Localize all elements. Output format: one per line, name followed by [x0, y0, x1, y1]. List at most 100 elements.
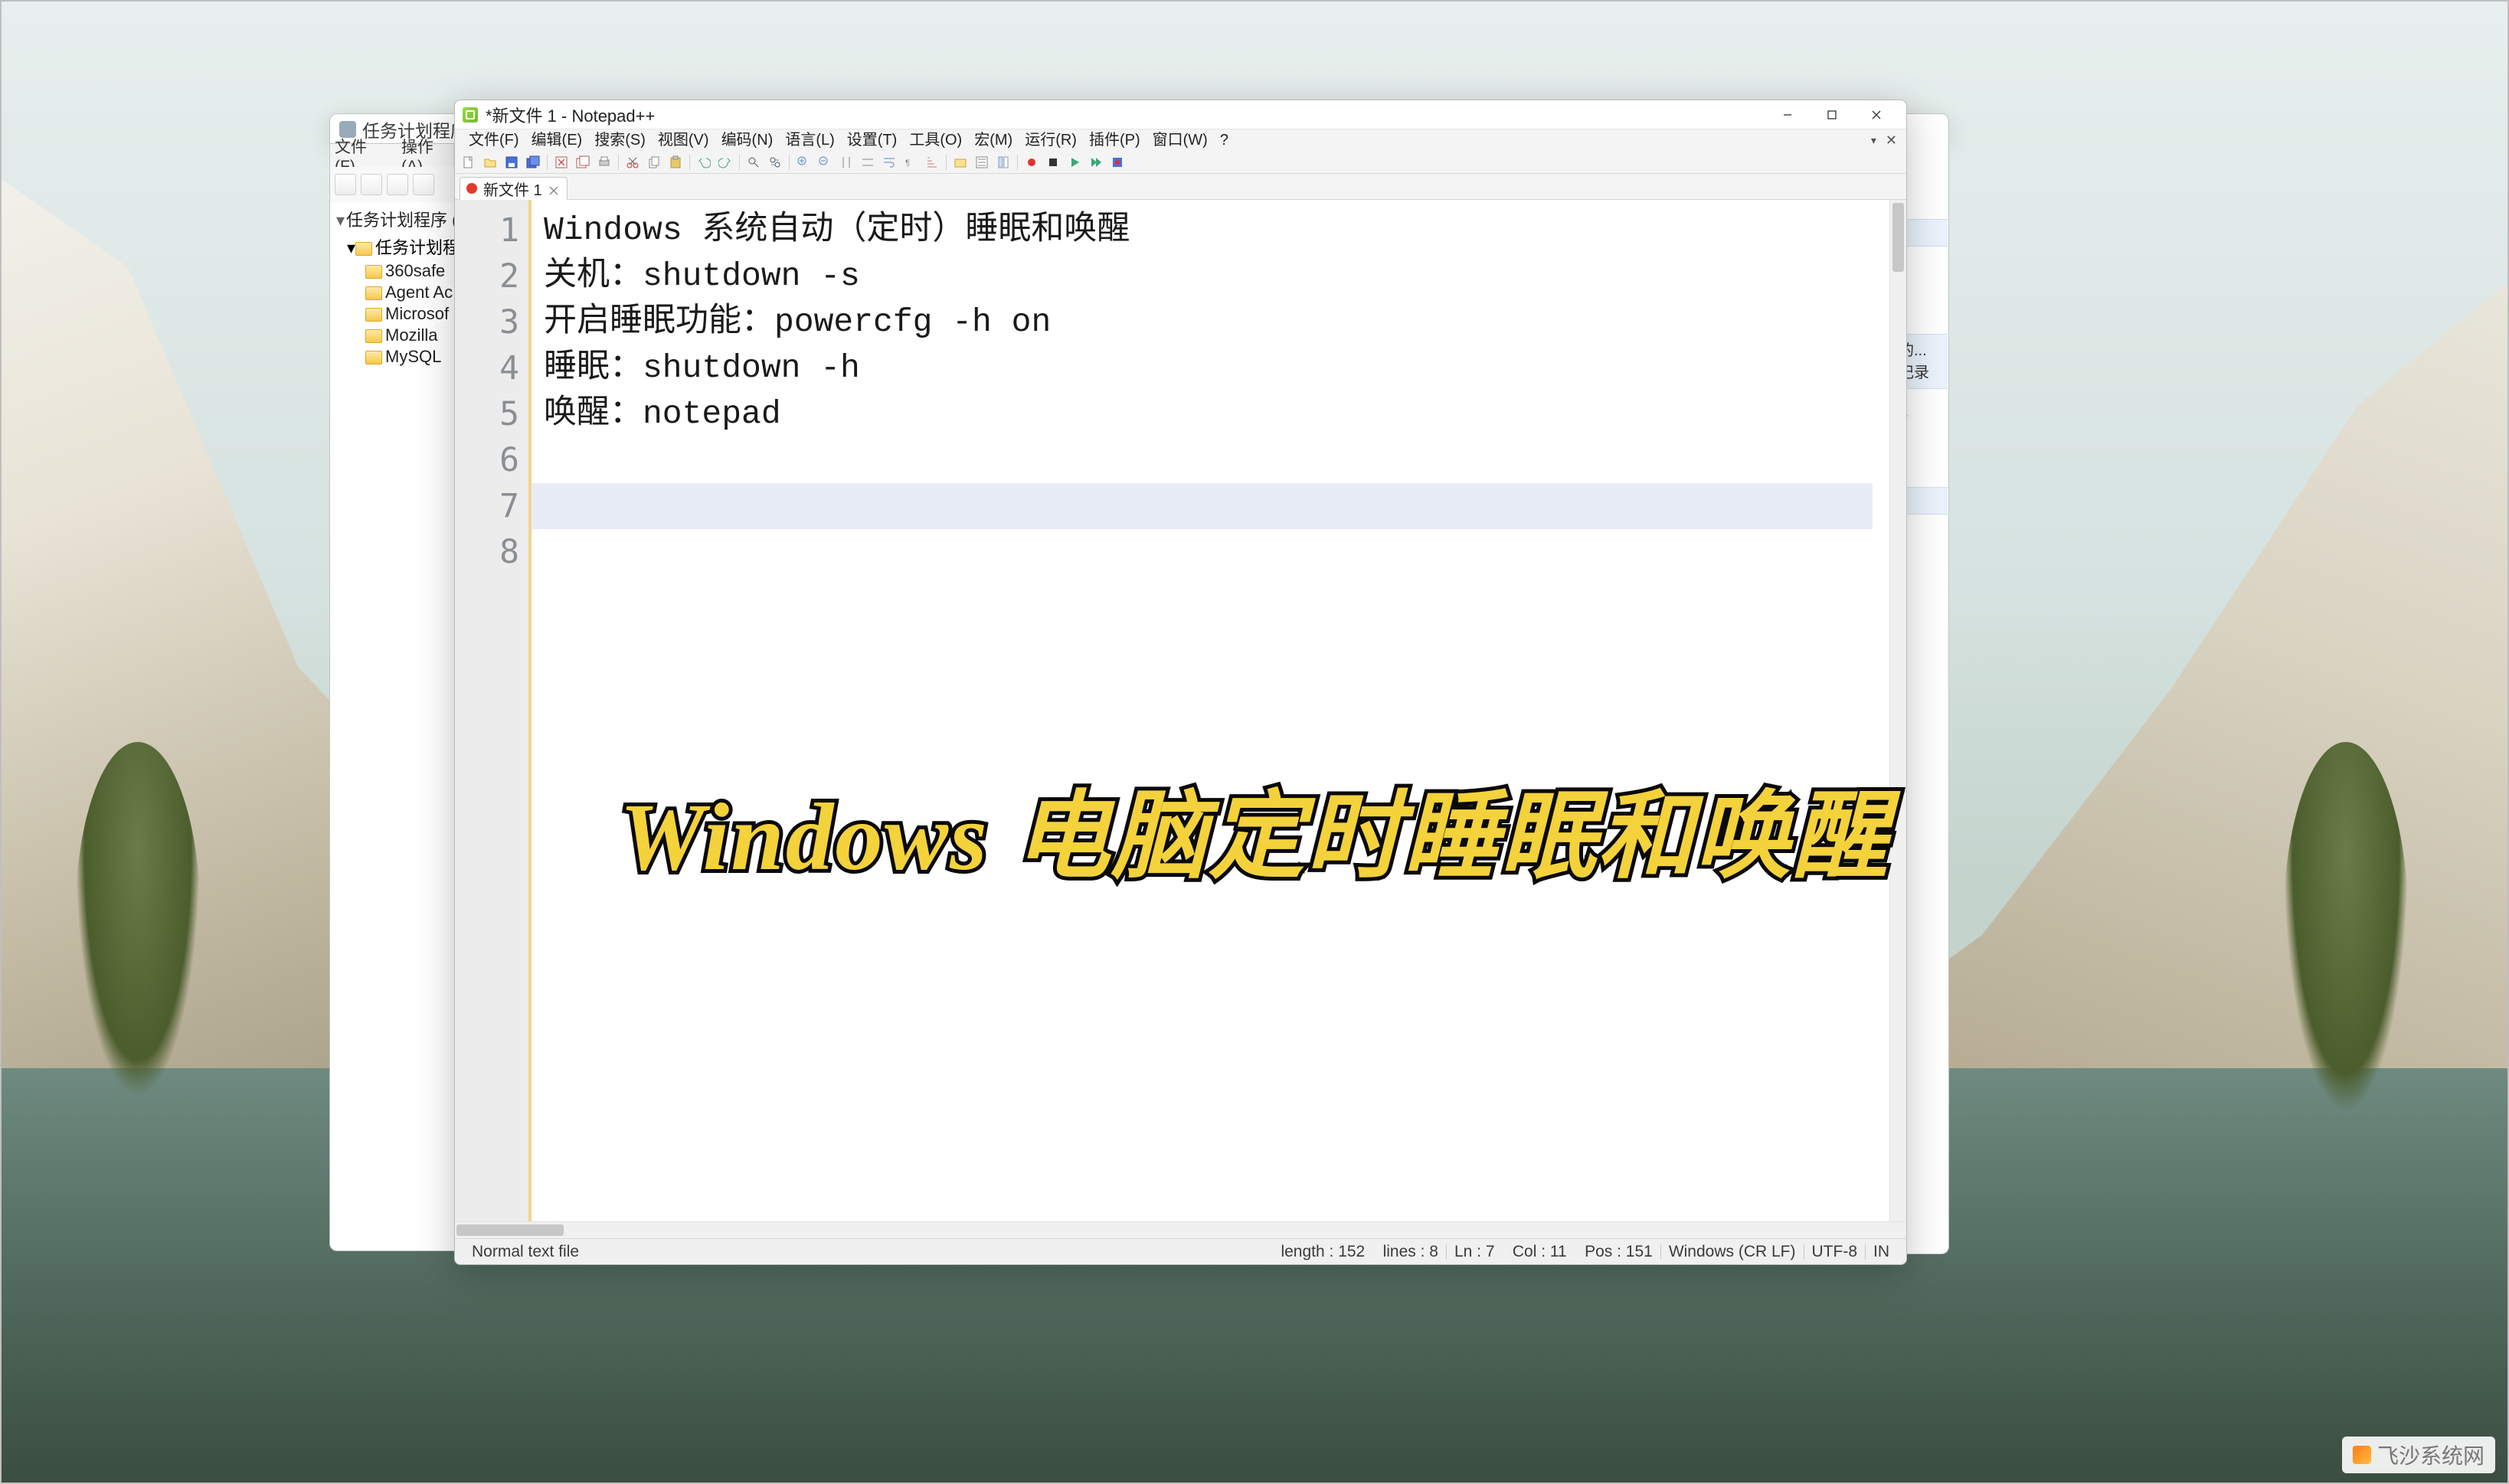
code-line: Windows 系统自动（定时）睡眠和唤醒: [544, 208, 1889, 253]
menu-search[interactable]: 搜索(S): [588, 129, 652, 151]
ts-up-button[interactable]: [387, 174, 408, 195]
paste-icon[interactable]: [666, 153, 685, 172]
code-line: 睡眠：shutdown -h: [544, 345, 1889, 391]
ts-tree-item[interactable]: Agent Ac: [330, 282, 454, 303]
close-button[interactable]: [1854, 102, 1899, 128]
ts-tree-item[interactable]: 360safe: [330, 260, 454, 282]
status-filetype: Normal text file: [464, 1243, 587, 1261]
menu-macro[interactable]: 宏(M): [968, 129, 1019, 151]
task-scheduler-tree[interactable]: ▾任务计划程序 (本 ▾任务计划程序 360safe Agent Ac Micr…: [329, 202, 454, 1251]
ts-tree-item[interactable]: MySQL: [330, 346, 454, 368]
npp-window-title: *新文件 1 - Notepad++: [486, 103, 1765, 127]
code-line: 唤醒：notepad: [544, 391, 1889, 437]
find-icon[interactable]: [744, 153, 763, 172]
svg-text:¶: ¶: [905, 159, 910, 168]
wordwrap-icon[interactable]: [880, 153, 898, 172]
show-all-chars-icon[interactable]: ¶: [901, 153, 920, 172]
npp-tabbar[interactable]: 新文件 1: [455, 174, 1906, 200]
menu-language[interactable]: 语言(L): [779, 129, 840, 151]
ts-back-button[interactable]: [335, 174, 356, 195]
sync-hscroll-icon[interactable]: [859, 153, 877, 172]
folder-icon: [365, 329, 382, 343]
menu-tools[interactable]: 工具(O): [903, 129, 968, 151]
horizontal-scrollbar[interactable]: [455, 1222, 1889, 1238]
ts-tree-root[interactable]: ▾任务计划程序 (本: [330, 202, 454, 233]
menu-file[interactable]: 文件(F): [463, 129, 525, 151]
open-file-icon[interactable]: [481, 153, 499, 172]
zoom-in-icon[interactable]: [794, 153, 813, 172]
save-icon[interactable]: [502, 153, 521, 172]
ts-refresh-button[interactable]: [413, 174, 434, 195]
save-macro-icon[interactable]: [1108, 153, 1127, 172]
tab-label: 新文件 1: [483, 178, 542, 200]
current-line-highlight: [532, 483, 1873, 529]
npp-tab-active[interactable]: 新文件 1: [460, 177, 568, 200]
notepadpp-icon: [463, 107, 478, 123]
folder-icon: [365, 265, 382, 279]
menubar-overflow-icon[interactable]: ▾: [1866, 134, 1881, 147]
close-all-icon[interactable]: [574, 153, 592, 172]
redo-icon[interactable]: [716, 153, 734, 172]
code-area[interactable]: Windows 系统自动（定时）睡眠和唤醒 关机：shutdown -s 开启睡…: [528, 200, 1889, 1221]
play-multi-macro-icon[interactable]: [1087, 153, 1105, 172]
folder-icon: [365, 351, 382, 364]
npp-menubar[interactable]: 文件(F) 编辑(E) 搜索(S) 视图(V) 编码(N) 语言(L) 设置(T…: [455, 129, 1906, 151]
status-caret: Ln : 7 Col : 11 Pos : 151: [1447, 1243, 1660, 1261]
watermark: 飞沙系统网: [2342, 1437, 2495, 1473]
line-number-gutter: 1234 5678: [455, 200, 528, 1221]
maximize-button[interactable]: [1810, 102, 1854, 128]
record-macro-icon[interactable]: [1022, 153, 1041, 172]
menu-plugins[interactable]: 插件(P): [1083, 129, 1147, 151]
npp-toolbar[interactable]: ¶: [455, 151, 1906, 174]
menu-window[interactable]: 窗口(W): [1147, 129, 1214, 151]
status-encoding: UTF-8: [1804, 1243, 1866, 1261]
status-eol: Windows (CR LF): [1661, 1243, 1804, 1261]
vertical-scrollbar[interactable]: [1889, 200, 1906, 1221]
copy-icon[interactable]: [645, 153, 663, 172]
watermark-text: 飞沙系统网: [2377, 1440, 2484, 1470]
menu-settings[interactable]: 设置(T): [841, 129, 904, 151]
zoom-out-icon[interactable]: [816, 153, 834, 172]
menu-edit[interactable]: 编辑(E): [525, 129, 589, 151]
replace-icon[interactable]: [766, 153, 784, 172]
new-file-icon[interactable]: [460, 153, 478, 172]
close-icon[interactable]: [552, 153, 571, 172]
scrollbar-thumb[interactable]: [1892, 203, 1904, 272]
function-list-icon[interactable]: [973, 153, 991, 172]
menu-help[interactable]: ?: [1214, 129, 1235, 151]
minimize-button[interactable]: [1765, 102, 1810, 128]
menu-encoding[interactable]: 编码(N): [715, 129, 780, 151]
npp-editor[interactable]: 1234 5678 Windows 系统自动（定时）睡眠和唤醒 关机：shutd…: [455, 200, 1906, 1221]
print-icon[interactable]: [595, 153, 613, 172]
menubar-close-doc-icon[interactable]: ✕: [1881, 132, 1902, 149]
indent-guide-icon[interactable]: [923, 153, 941, 172]
folder-icon: [365, 286, 382, 300]
save-all-icon[interactable]: [524, 153, 542, 172]
notepadpp-window[interactable]: *新文件 1 - Notepad++ 文件(F) 编辑(E) 搜索(S) 视图(…: [454, 100, 1907, 1265]
task-scheduler-right-edge: [1906, 113, 1949, 1254]
folder-icon: [365, 308, 382, 322]
unsaved-dot-icon: [466, 183, 477, 194]
tab-close-icon[interactable]: [548, 183, 559, 194]
stop-macro-icon[interactable]: [1044, 153, 1062, 172]
sync-vscroll-icon[interactable]: [837, 153, 855, 172]
code-line: 开启睡眠功能：powercfg -h on: [544, 299, 1889, 345]
scrollbar-thumb[interactable]: [456, 1224, 564, 1236]
scrollbar-corner: [1889, 1222, 1906, 1238]
ts-tree-item[interactable]: Microsof: [330, 303, 454, 325]
ts-tree-item[interactable]: Mozilla: [330, 325, 454, 346]
npp-statusbar: Normal text file length : 152 lines : 8 …: [455, 1238, 1906, 1264]
task-scheduler-menubar[interactable]: 文件(F) 操作(A): [329, 144, 454, 167]
doc-map-icon[interactable]: [994, 153, 1012, 172]
ts-tree-library[interactable]: ▾任务计划程序: [330, 233, 454, 260]
undo-icon[interactable]: [695, 153, 713, 172]
watermark-icon: [2353, 1446, 2371, 1464]
npp-titlebar[interactable]: *新文件 1 - Notepad++: [455, 100, 1906, 129]
ts-forward-button[interactable]: [361, 174, 382, 195]
cut-icon[interactable]: [623, 153, 642, 172]
menu-run[interactable]: 运行(R): [1019, 129, 1083, 151]
code-line: 关机：shutdown -s: [544, 253, 1889, 299]
folder-as-workspace-icon[interactable]: [951, 153, 970, 172]
menu-view[interactable]: 视图(V): [652, 129, 715, 151]
play-macro-icon[interactable]: [1065, 153, 1084, 172]
